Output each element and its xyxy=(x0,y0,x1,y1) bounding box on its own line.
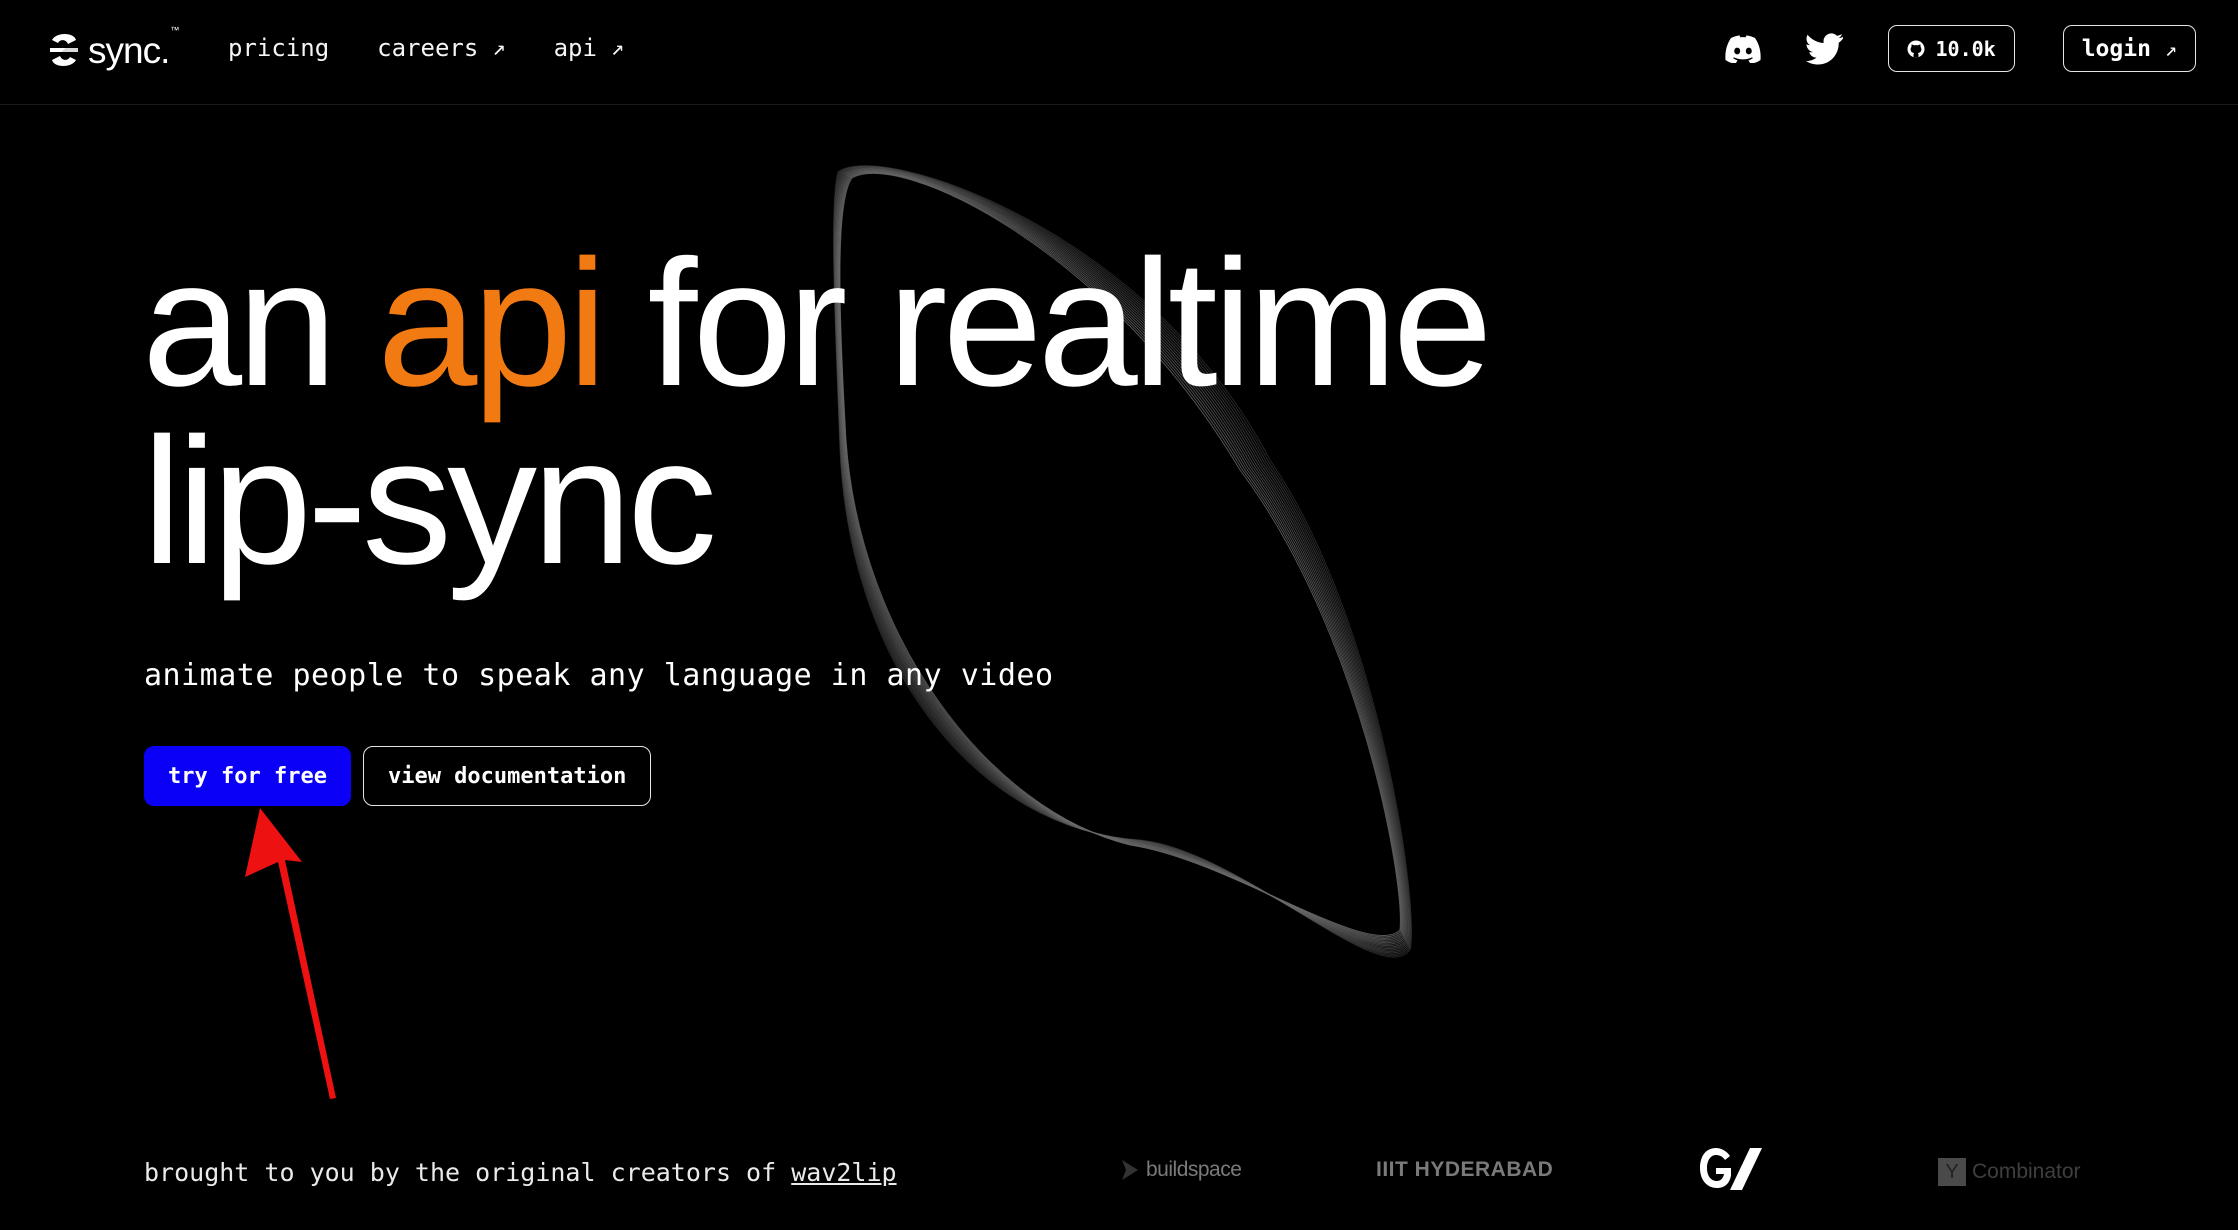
hero-subtitle: animate people to speak any language in … xyxy=(144,658,1054,693)
login-button[interactable]: login ↗ xyxy=(2062,25,2196,72)
brand-name: sync.™ xyxy=(88,24,179,71)
twitter-icon[interactable] xyxy=(1806,30,1844,68)
top-navbar: sync.™ pricing careers ↗ api ↗ 10.0k log… xyxy=(0,0,2238,105)
github-stars-button[interactable]: 10.0k xyxy=(1888,25,2015,72)
y-combinator-logo: Y Combinator xyxy=(1938,1158,2081,1186)
nav-link-label: api xyxy=(553,34,597,62)
try-for-free-button[interactable]: try for free xyxy=(144,746,351,806)
partner-logos: buildspace IIIT HYDERABAD Y Combinator xyxy=(1120,1148,2081,1198)
view-documentation-button[interactable]: view documentation xyxy=(362,746,652,806)
buildspace-label: buildspace xyxy=(1146,1158,1242,1181)
credits-line: brought to you by the original creators … xyxy=(144,1158,897,1187)
external-link-icon: ↗ xyxy=(610,35,625,61)
nav-link-pricing[interactable]: pricing xyxy=(228,34,329,62)
nav-link-careers[interactable]: careers ↗ xyxy=(377,34,505,62)
hero-headline: an api for realtime lip-sync xyxy=(142,234,1493,592)
headline-word: an xyxy=(142,223,337,424)
red-arrow-annotation xyxy=(245,808,336,1099)
headline-word: for realtime xyxy=(647,223,1492,424)
external-link-icon: ↗ xyxy=(492,35,506,61)
external-link-icon: ↗ xyxy=(2164,36,2177,61)
github-icon xyxy=(1907,40,1925,57)
buildspace-logo: buildspace xyxy=(1120,1158,1242,1182)
sync-logo[interactable]: sync.™ xyxy=(46,24,179,72)
github-star-count: 10.0k xyxy=(1935,36,1996,61)
nav-link-label: pricing xyxy=(228,34,330,62)
nav-links: pricing careers ↗ api ↗ xyxy=(228,34,624,62)
nav-link-label: careers xyxy=(377,34,479,62)
nav-right-actions: 10.0k login ↗ xyxy=(1724,25,2196,72)
trademark-mark: ™ xyxy=(170,24,179,35)
headline-line-two: lip-sync xyxy=(142,401,717,602)
credits-text: brought to you by the original creators … xyxy=(144,1158,777,1187)
sync-logo-icon xyxy=(50,34,78,66)
buildspace-icon xyxy=(1122,1160,1138,1180)
gv-logo xyxy=(1698,1146,1768,1192)
y-combinator-label: Combinator xyxy=(1972,1160,2081,1183)
cta-row: try for free view documentation xyxy=(144,746,652,806)
wav2lip-link[interactable]: wav2lip xyxy=(791,1158,896,1187)
y-combinator-icon: Y xyxy=(1938,1158,1966,1186)
login-label: login xyxy=(2081,35,2151,62)
discord-icon[interactable] xyxy=(1724,30,1762,68)
iiit-hyderabad-logo: IIIT HYDERABAD xyxy=(1376,1158,1554,1181)
headline-accent-word: api xyxy=(377,223,607,424)
nav-link-api[interactable]: api ↗ xyxy=(554,34,625,62)
